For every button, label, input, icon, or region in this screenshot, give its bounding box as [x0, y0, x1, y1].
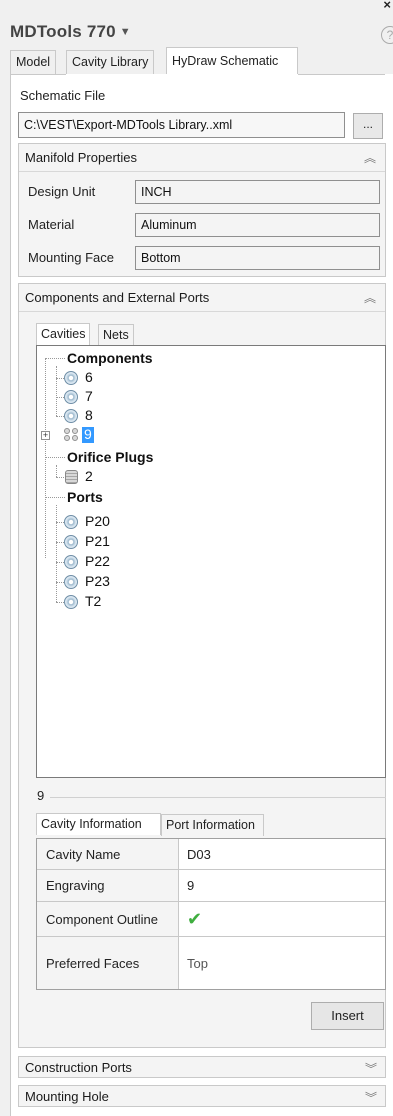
manifold-properties-header[interactable]: Manifold Properties ︽: [19, 144, 385, 172]
tree-line: [56, 397, 64, 398]
expand-chevron-icon[interactable]: ︾: [365, 1060, 377, 1077]
tree-item[interactable]: 2: [85, 468, 93, 484]
port-icon: [64, 515, 78, 529]
tree-line: [56, 465, 57, 477]
tab-model[interactable]: Model: [10, 50, 57, 74]
table-row: Preferred Faces Top: [37, 937, 385, 989]
table-row: Engraving 9: [37, 870, 385, 902]
selection-group-label: 9: [37, 788, 45, 803]
construction-ports-title: Construction Ports: [25, 1060, 132, 1075]
schematic-file-path[interactable]: C:\VEST\Export-MDTools Library..xml: [18, 112, 345, 138]
tree-item[interactable]: P20: [85, 513, 110, 529]
material-label: Material: [28, 217, 75, 232]
help-icon[interactable]: ?: [381, 26, 393, 44]
orifice-plug-icon: [65, 470, 78, 484]
schematic-file-label: Schematic File: [20, 88, 106, 103]
tree-line: [56, 505, 57, 602]
tree-line: [56, 542, 64, 543]
tree-group-orifice-plugs[interactable]: Orifice Plugs: [67, 449, 153, 465]
tab-hydraw-schematic[interactable]: HyDraw Schematic: [166, 47, 298, 75]
cavity-name-key: Cavity Name: [37, 839, 179, 869]
tab-strip-divider: [10, 74, 66, 75]
tab-cavity-information[interactable]: Cavity Information: [36, 813, 161, 835]
tree-line: [56, 562, 64, 563]
expand-icon[interactable]: +: [41, 431, 50, 440]
manifold-properties-title: Manifold Properties: [25, 150, 137, 165]
preferred-faces-key: Preferred Faces: [37, 937, 179, 989]
close-icon[interactable]: ×: [383, 0, 391, 12]
components-header[interactable]: Components and External Ports ︽: [19, 284, 385, 312]
tree-line: [56, 582, 64, 583]
tree-line: [56, 378, 64, 379]
tree-line: [45, 358, 46, 558]
tree-line: [45, 497, 65, 498]
cavity-info-table: Cavity Name D03 Engraving 9 Component Ou…: [36, 838, 386, 990]
tree-group-components[interactable]: Components: [67, 350, 153, 366]
tree-line: [56, 416, 64, 417]
mounting-face-field[interactable]: Bottom: [135, 246, 380, 270]
tree-item[interactable]: T2: [85, 593, 101, 609]
tab-strip-divider: [298, 74, 385, 75]
tree-line: [56, 366, 57, 416]
construction-ports-section[interactable]: Construction Ports ︾: [18, 1056, 386, 1078]
port-icon: [64, 575, 78, 589]
tree-line: [56, 477, 64, 478]
design-unit-label: Design Unit: [28, 184, 96, 199]
tree-group-ports[interactable]: Ports: [67, 489, 103, 505]
tree-item[interactable]: P23: [85, 573, 110, 589]
check-icon[interactable]: ✔: [187, 902, 202, 936]
app-title-dropdown[interactable]: MDTools 770 ▼: [10, 22, 131, 42]
expand-chevron-icon[interactable]: ︾: [365, 1089, 377, 1106]
cavity-tree[interactable]: Components 6 7 8 + 9 Orifice Plugs 2 Por…: [36, 345, 386, 778]
collapse-chevron-icon[interactable]: ︽: [364, 144, 376, 172]
tab-port-information[interactable]: Port Information: [161, 814, 264, 836]
mounting-face-label: Mounting Face: [28, 250, 114, 265]
chevron-down-icon: ▼: [119, 26, 131, 38]
engraving-value: 9: [187, 878, 195, 893]
cavity-icon: [64, 371, 78, 385]
table-row: Component Outline ✔: [37, 902, 385, 937]
insert-button[interactable]: Insert: [311, 1002, 384, 1030]
port-icon: [64, 535, 78, 549]
tree-item[interactable]: P21: [85, 533, 110, 549]
cavity-name-value: D03: [187, 846, 211, 862]
preferred-faces-value: Top: [187, 955, 208, 971]
components-title: Components and External Ports: [25, 290, 210, 305]
tree-item[interactable]: 8: [85, 407, 93, 423]
component-group-icon: [64, 428, 80, 442]
port-icon: [64, 555, 78, 569]
tree-line: [56, 602, 64, 603]
mounting-hole-title: Mounting Hole: [25, 1089, 109, 1104]
app-title: MDTools 770: [10, 22, 116, 41]
material-field[interactable]: Aluminum: [135, 213, 380, 237]
browse-button[interactable]: ...: [353, 113, 383, 139]
collapse-chevron-icon[interactable]: ︽: [364, 284, 376, 312]
mounting-hole-section[interactable]: Mounting Hole ︾: [18, 1085, 386, 1107]
table-row: Cavity Name D03: [37, 839, 385, 870]
engraving-key: Engraving: [37, 870, 179, 901]
tab-cavity-library[interactable]: Cavity Library: [66, 50, 155, 74]
tab-cavities[interactable]: Cavities: [36, 323, 91, 345]
tree-item[interactable]: 6: [85, 369, 93, 385]
design-unit-field[interactable]: INCH: [135, 180, 380, 204]
group-divider: [50, 797, 386, 798]
tree-line: [56, 522, 64, 523]
tree-item[interactable]: 7: [85, 388, 93, 404]
cavity-icon: [64, 409, 78, 423]
tree-line: [45, 457, 65, 458]
tree-item-selected[interactable]: 9: [82, 427, 94, 443]
component-outline-key: Component Outline: [37, 902, 179, 936]
title-bar: × MDTools 770 ▼ ?: [0, 0, 393, 50]
tab-nets[interactable]: Nets: [98, 324, 134, 346]
tree-item[interactable]: P22: [85, 553, 110, 569]
cavity-icon: [64, 390, 78, 404]
port-icon: [64, 595, 78, 609]
tree-line: [45, 358, 65, 359]
